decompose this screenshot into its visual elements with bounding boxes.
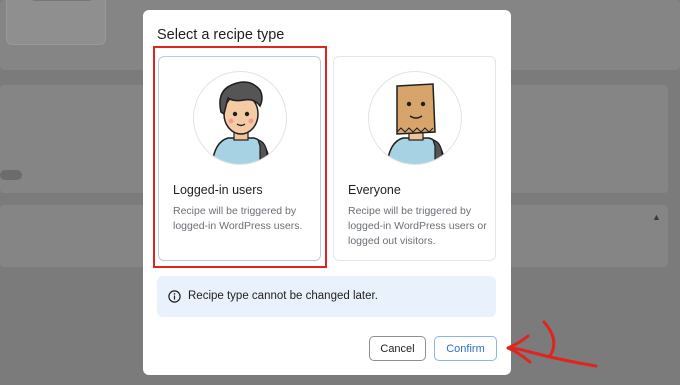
option-everyone[interactable]: Everyone Recipe will be triggered by log… [333, 56, 496, 261]
modal-title: Select a recipe type [157, 27, 285, 43]
recipe-type-notice: Recipe type cannot be changed later. [157, 276, 496, 317]
option-title: Logged-in users [173, 183, 263, 197]
cancel-button[interactable]: Cancel [369, 336, 426, 361]
confirm-button[interactable]: Confirm [434, 336, 497, 361]
paper-bag-avatar-icon [368, 71, 462, 165]
option-title: Everyone [348, 183, 401, 197]
info-icon [168, 290, 181, 303]
background-caret-icon: ▲ [652, 212, 661, 222]
user-avatar-icon [193, 71, 287, 165]
recipe-type-modal: Select a recipe type Logged-in users Rec… [143, 10, 511, 375]
background-pill [0, 170, 22, 180]
background-thumbnail-bar [31, 0, 93, 1]
option-description: Recipe will be triggered by logged-in Wo… [173, 205, 303, 232]
annotation-arrow-icon [506, 320, 598, 368]
background-thumbnail [6, 0, 106, 45]
option-logged-in-users[interactable]: Logged-in users Recipe will be triggered… [158, 56, 321, 261]
notice-text: Recipe type cannot be changed later. [188, 290, 378, 302]
option-description: Recipe will be triggered by logged-in Wo… [348, 205, 487, 247]
